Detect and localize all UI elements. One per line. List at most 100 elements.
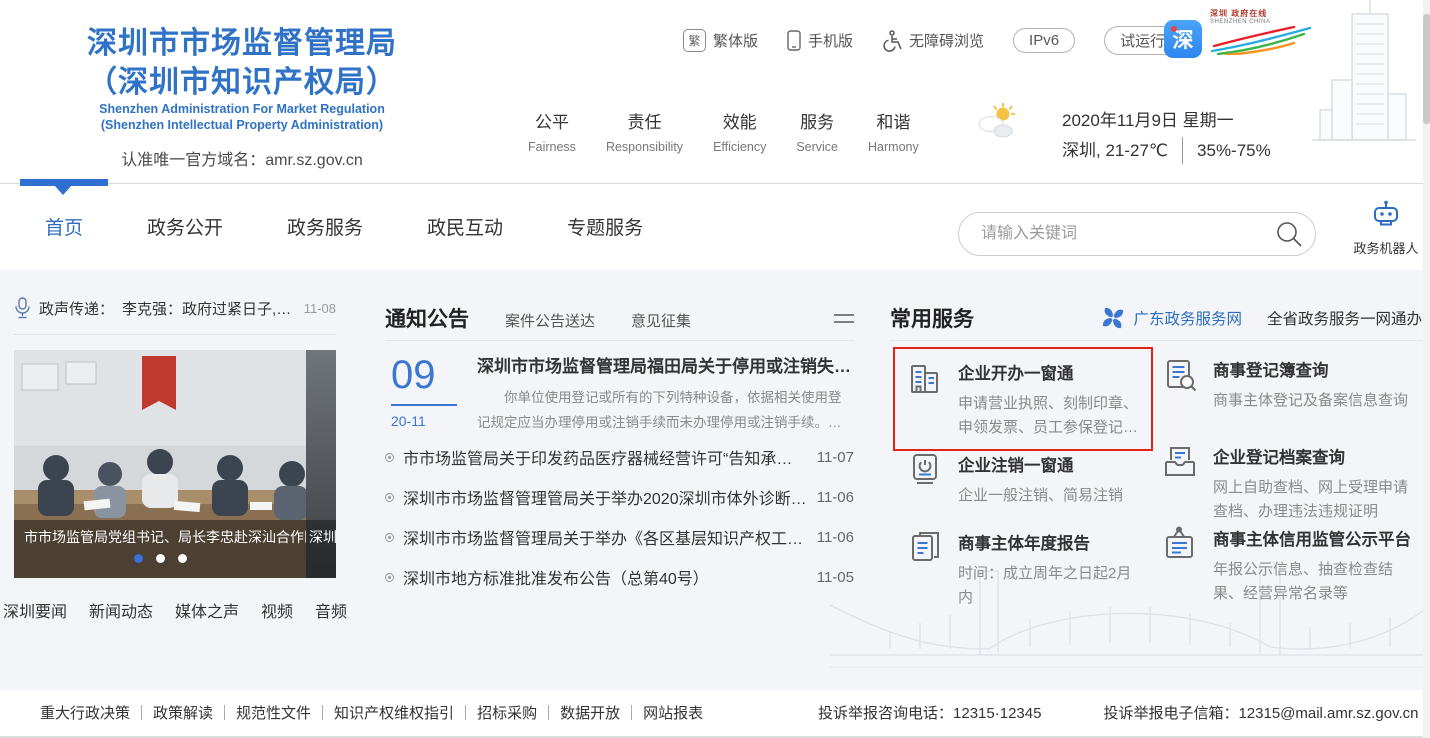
service-title: 企业开办一窗通 (958, 360, 1141, 384)
complaint-email: 投诉举报电子信箱：12315@mail.amr.sz.gov.cn (1103, 702, 1418, 723)
service-title: 企业注销一窗通 (958, 452, 1123, 476)
featured-notice[interactable]: 09 20-11 深圳市市场监督管理局福田局关于停用或注销失联... 你单位使用… (385, 352, 854, 436)
weather-humidity: 35%-75% (1182, 137, 1271, 164)
accessibility-link[interactable]: 无障碍浏览 (882, 30, 984, 52)
gov-robot-button[interactable]: 政务机器人 (1348, 200, 1424, 257)
mobile-version-link[interactable]: 手机版 (787, 30, 853, 51)
phone-icon (787, 30, 801, 51)
carousel-dot-3[interactable] (178, 554, 187, 563)
search-box[interactable] (958, 212, 1316, 256)
tab-media-voice[interactable]: 媒体之声 (175, 598, 239, 622)
carousel-caption-bar: 市市场监管局党组书记、局长李忠赴深汕合作区... (14, 520, 306, 578)
footer-link-site-report[interactable]: 网站报表 (643, 702, 703, 723)
carousel-next-slide-peek[interactable]: 深圳市 (306, 350, 336, 578)
carousel-slide[interactable]: 市市场监管局党组书记、局长李忠赴深汕合作区... (14, 350, 306, 578)
notices-title[interactable]: 通知公告 (385, 303, 469, 333)
wing-swoosh-icon (1210, 25, 1314, 55)
site-title-cn-1: 深圳市市场监督管理局 (16, 24, 468, 63)
site-logo[interactable]: 深圳市市场监督管理局 （深圳市知识产权局） Shenzhen Administr… (16, 24, 468, 170)
news-carousel[interactable]: 市市场监管局党组书记、局长李忠赴深汕合作区... 深圳市 (14, 350, 336, 578)
tab-shenzhen-news[interactable]: 深圳要闻 (3, 598, 67, 622)
notice-title[interactable]: 深圳市市场监督管理局关于举办《各区基层知识产权工作人... (403, 525, 808, 549)
notices-divider (385, 340, 854, 341)
service-annual-report[interactable]: 商事主体年度报告 时间：成立周年之日起2月内 (905, 528, 1145, 610)
nav-item-special-services[interactable]: 专题服务 (567, 213, 643, 240)
service-desc: 网上自助查档、网上受理申请查档、办理违法违规证明 (1213, 476, 1422, 524)
service-desc: 申请营业执照、刻制印章、申领发票、员工参保登记、公积金... (958, 392, 1141, 440)
footer-links: 重大行政决策 政策解读 规范性文件 知识产权维权指引 招标采购 数据开放 网站报… (40, 702, 703, 723)
notice-row[interactable]: 市市场监管局关于印发药品医疗器械经营许可“告知承诺制... 11-07 (385, 446, 854, 468)
official-domain-note: 认准唯一官方域名：amr.sz.gov.cn (16, 146, 468, 170)
footer-link-open-data[interactable]: 数据开放 (560, 702, 620, 723)
services-header: 常用服务 广东政务服务网 全省政务服务一网通办 (890, 303, 1422, 333)
shenzhen-china-logo[interactable]: 深圳 政府在线 SHENZHEN CHINA (1210, 8, 1314, 60)
province-one-network-link[interactable]: 全省政务服务一网通办 (1267, 307, 1422, 329)
service-enterprise-cancellation[interactable]: 企业注销一窗通 企业一般注销、简易注销 (905, 450, 1145, 508)
search-input[interactable] (979, 224, 1275, 244)
complaint-phone: 投诉举报咨询电话：12315·12345 (818, 702, 1041, 723)
building-sketch-image (1308, 0, 1420, 157)
footer-link-policy-interpretation[interactable]: 政策解读 (153, 702, 213, 723)
scrollbar-thumb[interactable] (1423, 14, 1430, 124)
nav-item-gov-info[interactable]: 政务公开 (147, 213, 223, 240)
notice-row[interactable]: 深圳市市场监督管理管局关于举办2020深圳市体外诊断创新... 11-06 (385, 486, 854, 508)
bullet-icon (385, 453, 394, 462)
carousel-next-caption-bar: 深圳市 (306, 520, 336, 578)
footer-link-ip-rights-guide[interactable]: 知识产权维权指引 (334, 702, 454, 723)
notice-date: 11-07 (817, 449, 854, 466)
notice-row[interactable]: 深圳市地方标准批准发布公告（总第40号） 11-05 (385, 566, 854, 588)
ishenzhen-app-icon[interactable]: 深 (1164, 20, 1202, 58)
service-enterprise-opening[interactable]: 企业开办一窗通 申请营业执照、刻制印章、申领发票、员工参保登记、公积金... (893, 347, 1153, 451)
service-desc: 企业一般注销、简易注销 (958, 484, 1123, 508)
tab-video[interactable]: 视频 (261, 598, 293, 622)
carousel-caption[interactable]: 市市场监管局党组书记、局长李忠赴深汕合作区... (14, 520, 306, 547)
traditional-icon: 繁 (683, 29, 706, 52)
notice-row[interactable]: 深圳市市场监督管理局关于举办《各区基层知识产权工作人... 11-06 (385, 526, 854, 548)
footer-separator (465, 705, 466, 720)
nav-item-home[interactable]: 首页 (45, 213, 83, 240)
tab-opinion-solicitation[interactable]: 意见征集 (631, 310, 691, 331)
carousel-dot-1[interactable] (134, 554, 143, 563)
app-icon-red-dot (1171, 26, 1177, 32)
carousel-dots (14, 554, 306, 563)
carousel-next-caption: 深圳市 (306, 520, 336, 547)
weather-info: 2020年11月9日 星期一 深圳, 21-27℃ 35%-75% (1062, 107, 1271, 164)
service-archive-search[interactable]: 企业登记档案查询 网上自助查档、网上受理申请查档、办理违法违规证明 (1160, 442, 1422, 524)
accessibility-label: 无障碍浏览 (909, 30, 984, 51)
tab-case-announcements[interactable]: 案件公告送达 (505, 310, 595, 331)
service-registry-search[interactable]: 商事登记簿查询 商事主体登记及备案信息查询 (1160, 355, 1422, 413)
footer-separator (141, 705, 142, 720)
traditional-label: 繁体版 (713, 30, 758, 51)
ipv6-badge[interactable]: IPv6 (1013, 28, 1075, 53)
carousel-dot-2[interactable] (156, 554, 165, 563)
featured-yearmonth: 20-11 (391, 413, 477, 429)
footer-link-major-decisions[interactable]: 重大行政决策 (40, 702, 130, 723)
featured-title[interactable]: 深圳市市场监督管理局福田局关于停用或注销失联... (477, 352, 854, 377)
service-desc: 时间：成立周年之日起2月内 (958, 562, 1145, 610)
archive-tray-icon (1160, 442, 1200, 524)
notice-title[interactable]: 市市场监管局关于印发药品医疗器械经营许可“告知承诺制... (403, 445, 808, 469)
traditional-version-link[interactable]: 繁 繁体版 (683, 29, 758, 52)
search-icon[interactable] (1275, 220, 1303, 248)
footer-separator (322, 705, 323, 720)
nav-item-gov-services[interactable]: 政务服务 (287, 213, 363, 240)
page: 深圳市市场监督管理局 （深圳市知识产权局） Shenzhen Administr… (0, 0, 1430, 738)
tab-news-updates[interactable]: 新闻动态 (89, 598, 153, 622)
service-title: 商事登记簿查询 (1213, 357, 1408, 381)
nav-item-interaction[interactable]: 政民互动 (427, 213, 503, 240)
ticker-headline[interactable]: 李克强：政府过紧日子,让群... (122, 298, 296, 319)
footer-link-normative-documents[interactable]: 规范性文件 (236, 702, 311, 723)
scrollbar-track[interactable] (1423, 0, 1430, 738)
service-credit-platform[interactable]: 商事主体信用监管公示平台 年报公示信息、抽查检查结果、经营异常名录等 (1160, 524, 1422, 606)
notice-title[interactable]: 深圳市地方标准批准发布公告（总第40号） (403, 565, 808, 589)
notice-title[interactable]: 深圳市市场监督管理管局关于举办2020深圳市体外诊断创新... (403, 485, 808, 509)
services-divider (890, 340, 1422, 341)
footer-link-bidding[interactable]: 招标采购 (477, 702, 537, 723)
service-title: 商事主体信用监管公示平台 (1213, 526, 1422, 550)
footer-separator (631, 705, 632, 720)
more-icon[interactable] (834, 310, 854, 327)
tab-audio[interactable]: 音频 (315, 598, 347, 622)
notice-date: 11-06 (817, 529, 854, 546)
featured-date-block: 09 20-11 (385, 352, 477, 436)
gd-gov-service-link[interactable]: 广东政务服务网 (1133, 307, 1242, 329)
